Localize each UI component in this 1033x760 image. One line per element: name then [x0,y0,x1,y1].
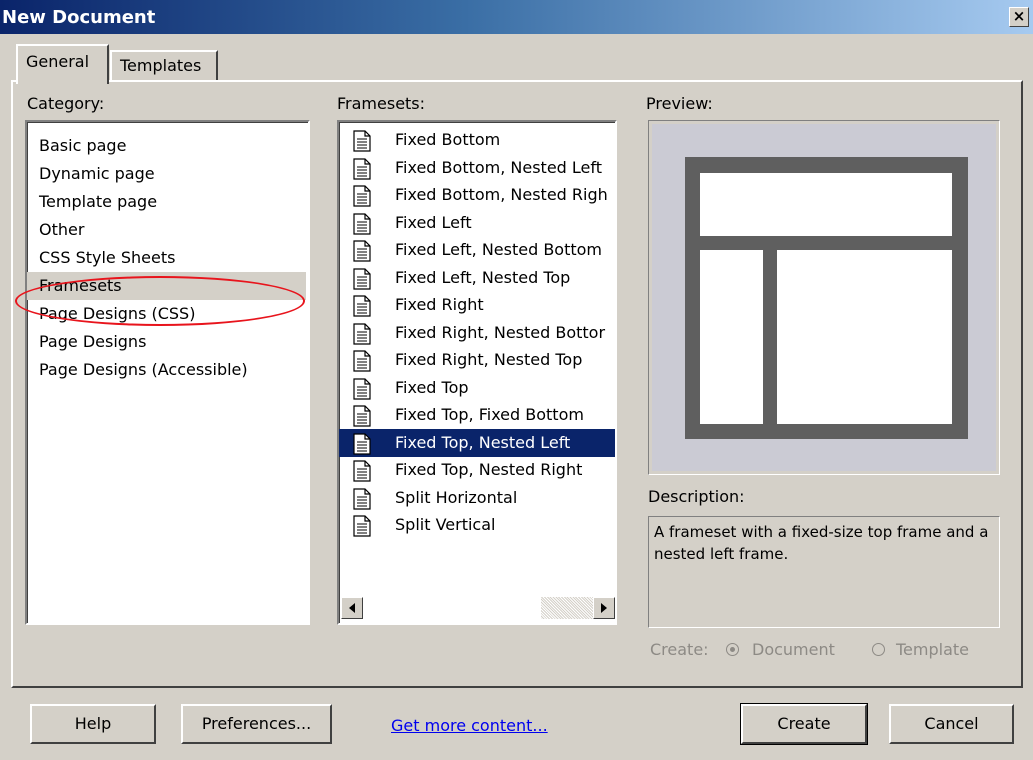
frameset-item[interactable]: Fixed Left, Nested Bottom [339,236,615,264]
preview-left-frame [700,250,763,424]
horizontal-scrollbar[interactable] [341,597,615,621]
create-label: Create: [650,640,709,659]
new-document-dialog: New Document × General Templates Categor… [0,0,1033,760]
close-button[interactable]: × [1009,7,1029,27]
category-item[interactable]: Dynamic page [27,160,306,188]
description-box: A frameset with a fixed-size top frame a… [648,516,1000,628]
frameset-item[interactable]: Split Vertical [339,511,615,539]
frameset-layout-preview [685,157,968,439]
frameset-item-label: Fixed Bottom [395,130,501,149]
document-icon [353,350,371,372]
document-icon [353,240,371,262]
category-item[interactable]: Other [27,216,306,244]
radio-template-label: Template [896,640,970,659]
document-icon [353,267,371,290]
preview-canvas [652,124,996,471]
document-icon [353,185,371,207]
frameset-item-label: Fixed Right, Nested Top [395,350,583,369]
frameset-item-label: Fixed Top, Fixed Bottom [395,405,584,424]
frameset-item[interactable]: Fixed Right, Nested Bottor [339,319,615,347]
frameset-item-label: Fixed Right, Nested Bottor [395,322,606,342]
radio-selected-dot [730,647,735,652]
get-more-content-link[interactable]: Get more content... [391,716,548,735]
create-button[interactable]: Create [740,703,868,745]
document-icon [353,460,371,482]
description-label: Description: [648,487,745,506]
preview-main-frame [777,250,952,424]
document-icon [353,212,371,235]
frameset-item[interactable]: Fixed Left, Nested Top [339,264,615,292]
scroll-thumb[interactable] [365,597,541,619]
frameset-item[interactable]: Fixed Right [339,291,615,319]
document-icon [353,295,371,317]
tab-general[interactable]: General [16,44,109,84]
document-icon [353,322,371,345]
scroll-right-icon [601,603,607,613]
frameset-item-label: Fixed Right [395,295,484,314]
frameset-item[interactable]: Fixed Top [339,374,615,402]
scroll-right-button[interactable] [593,597,615,619]
frameset-item-label: Fixed Top, Nested Right [395,460,583,479]
category-item[interactable]: Page Designs (CSS) [27,300,306,328]
tab-general-label: General [26,52,90,71]
frameset-item-label: Split Horizontal [395,487,518,507]
title-bar[interactable]: New Document × [0,0,1033,34]
category-item[interactable]: CSS Style Sheets [27,244,306,272]
radio-document[interactable] [726,643,739,656]
document-icon [353,432,371,455]
radio-template[interactable] [872,643,885,656]
tab-templates-label: Templates [120,56,202,75]
framesets-label: Framesets: [337,94,426,113]
cancel-button[interactable]: Cancel [889,704,1014,744]
frameset-item-label: Fixed Top [395,377,469,397]
frameset-item[interactable]: Fixed Bottom, Nested Righ [339,181,615,209]
frameset-item[interactable]: Split Horizontal [339,484,615,512]
document-icon [353,405,371,427]
framesets-list[interactable]: Fixed Bottom Fixed Bottom, Nested Left Fix… [337,120,617,625]
preview-label: Preview: [646,94,713,113]
frameset-item-label: Split Vertical [395,515,496,534]
frameset-item[interactable]: Fixed Top, Fixed Bottom [339,401,615,429]
frameset-item[interactable]: Fixed Left [339,209,615,237]
preferences-button[interactable]: Preferences... [181,704,332,744]
frameset-item[interactable]: Fixed Right, Nested Top [339,346,615,374]
document-icon [353,377,371,400]
document-icon [353,157,371,180]
frameset-item[interactable]: Fixed Bottom [339,126,615,154]
preview-top-frame [700,173,952,236]
document-icon [353,487,371,510]
frameset-item-label: Fixed Bottom, Nested Left [395,157,603,177]
scroll-left-icon [349,603,355,613]
help-button[interactable]: Help [30,704,156,744]
category-item[interactable]: Page Designs (Accessible) [27,356,306,384]
frameset-item-label: Fixed Bottom, Nested Righ [395,185,608,204]
frameset-item-label: Fixed Left [395,212,472,232]
document-icon [353,130,371,152]
tab-templates[interactable]: Templates [110,50,218,80]
category-item[interactable]: Basic page [27,132,306,160]
category-label: Category: [27,94,105,113]
scroll-left-button[interactable] [341,597,363,619]
frameset-item[interactable]: Fixed Bottom, Nested Left [339,154,615,182]
frameset-item[interactable]: Fixed Top, Nested Right [339,456,615,484]
category-item[interactable]: Page Designs [27,328,306,356]
frameset-item-label: Fixed Left, Nested Top [395,267,571,287]
category-item[interactable]: Framesets [27,272,306,300]
frameset-item-label: Fixed Top, Nested Left [395,432,571,452]
category-list[interactable]: Basic page Dynamic page Template page Other… [25,120,310,625]
category-item[interactable]: Template page [27,188,306,216]
dialog-title: New Document [2,7,156,28]
preview-pane [648,120,1000,475]
frameset-item-label: Fixed Left, Nested Bottom [395,240,603,259]
document-icon [353,515,371,537]
frameset-item[interactable]: Fixed Top, Nested Left [339,428,615,457]
radio-document-label: Document [752,640,835,659]
